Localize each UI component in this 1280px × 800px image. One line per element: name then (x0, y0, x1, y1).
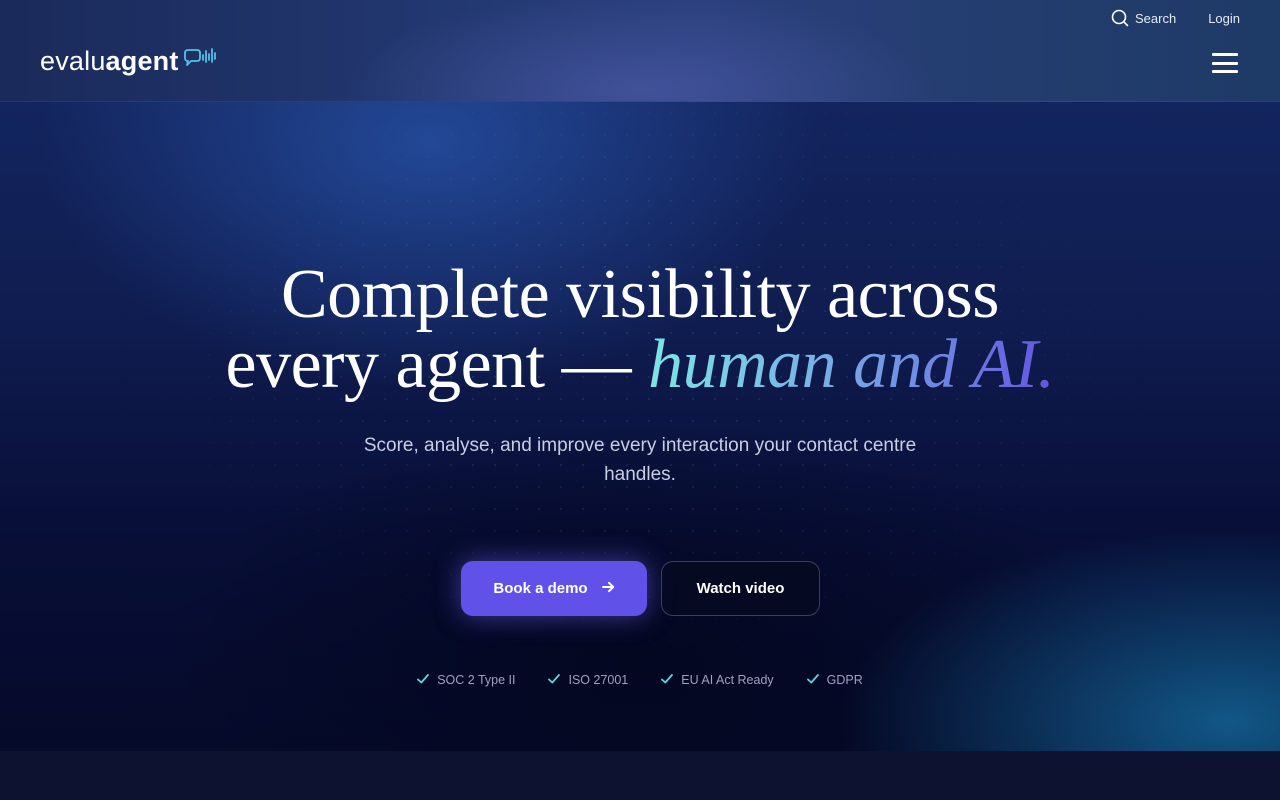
check-icon (548, 673, 561, 687)
cta-group: Book a demo Watch video (461, 561, 820, 617)
headline-line-2: every agent — human and AI. (0, 330, 1280, 400)
site-header: Search Login evalu agent (0, 0, 1280, 102)
compliance-badge: GDPR (806, 673, 863, 687)
book-demo-label: Book a demo (493, 580, 588, 597)
hero-section: Complete visibility across every agent —… (0, 102, 1280, 751)
hamburger-bar (1212, 61, 1238, 65)
search-label: Search (1134, 10, 1177, 26)
login-link[interactable]: Login (1208, 11, 1240, 26)
hero-headline: Complete visibility across every agent —… (0, 260, 1280, 400)
compliance-badge-label: GDPR (826, 673, 863, 687)
hamburger-bar (1212, 70, 1238, 73)
site-logo[interactable]: evalu agent (40, 44, 219, 78)
book-demo-button[interactable]: Book a demo (461, 561, 647, 616)
hamburger-bar (1212, 53, 1238, 56)
logo-text-light: evalu (40, 45, 106, 76)
arrow-right-icon (601, 580, 615, 597)
hamburger-icon[interactable] (1212, 53, 1238, 73)
logo-text-bold: agent (105, 45, 179, 76)
watch-video-label: Watch video (696, 580, 785, 597)
check-icon (806, 673, 819, 687)
compliance-badge-label: SOC 2 Type II (437, 673, 516, 687)
watch-video-button[interactable]: Watch video (661, 561, 820, 616)
search-icon (1111, 9, 1129, 27)
dot-grid-background (0, 102, 1280, 751)
check-icon (417, 673, 430, 687)
hero-subheadline: Score, analyse, and improve every intera… (363, 435, 917, 485)
compliance-badge: EU AI Act Ready (661, 673, 774, 687)
next-section-edge (0, 751, 1280, 800)
headline-plain-text: every agent — (225, 326, 649, 403)
compliance-badges: SOC 2 Type II ISO 27001 EU AI Act Ready … (0, 673, 1280, 687)
compliance-badge-label: ISO 27001 (568, 673, 629, 687)
utility-nav: Search Login (1111, 8, 1240, 28)
login-label: Login (1208, 10, 1240, 26)
check-icon (661, 673, 674, 687)
compliance-badge-label: EU AI Act Ready (681, 673, 774, 687)
compliance-badge: SOC 2 Type II (417, 673, 515, 687)
compliance-badge: ISO 27001 (548, 673, 628, 687)
headline-accent-text: human and AI. (648, 326, 1055, 403)
headline-line-1: Complete visibility across (280, 256, 1000, 333)
soundwave-chat-icon (183, 48, 216, 66)
search-link[interactable]: Search (1111, 9, 1176, 27)
